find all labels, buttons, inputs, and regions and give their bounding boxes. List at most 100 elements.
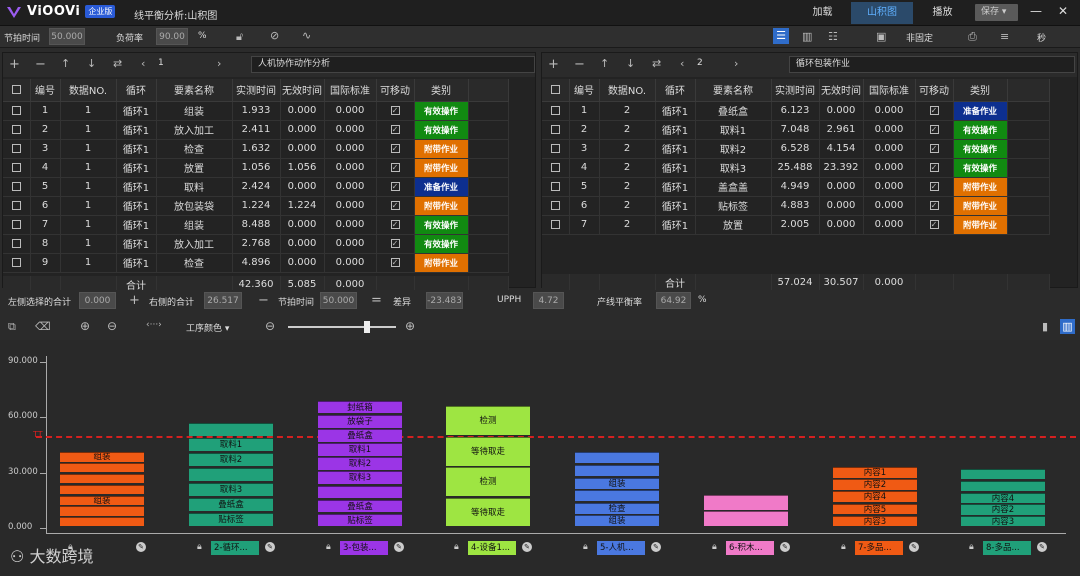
table-cell[interactable]: 0.000 xyxy=(280,253,325,273)
table-cell[interactable]: 0.000 xyxy=(324,196,377,216)
type-badge[interactable]: 附带作业 xyxy=(414,196,469,216)
table-cell[interactable]: 放入加工 xyxy=(156,234,233,254)
type-badge[interactable]: 附带作业 xyxy=(953,177,1008,197)
table-cell[interactable]: 0.000 xyxy=(863,215,916,235)
chart-bar-segment[interactable] xyxy=(575,490,659,502)
chart-bar-segment[interactable] xyxy=(60,506,144,516)
movable-checkbox[interactable]: ✓ xyxy=(929,181,939,191)
bar-chart-icon[interactable]: ▥ xyxy=(802,31,812,42)
x-category-label[interactable]: 5-人机... xyxy=(597,541,645,555)
table-cell[interactable]: 循环1 xyxy=(655,120,696,140)
edit-icon[interactable]: ✎ xyxy=(522,542,532,552)
table-cell[interactable]: 循环1 xyxy=(655,177,696,197)
chart-bar-segment[interactable] xyxy=(189,467,273,482)
type-badge[interactable]: 有效操作 xyxy=(953,158,1008,178)
chart-bar-segment[interactable]: 取料1 xyxy=(318,443,402,456)
takt-input[interactable]: 50.000 xyxy=(49,28,85,45)
color-mode-dropdown[interactable]: 工序颜色 ▾ xyxy=(186,321,229,334)
table-cell[interactable]: 组装 xyxy=(156,101,233,121)
row-checkbox[interactable] xyxy=(550,219,560,229)
table-cell[interactable]: 循环1 xyxy=(655,101,696,121)
table-cell[interactable]: 2 xyxy=(599,196,656,216)
type-badge[interactable]: 附带作业 xyxy=(414,253,469,273)
table-row[interactable]: 3 1 循环1 检查 1.632 0.000 0.000 ✓ 附带作业 xyxy=(3,139,509,159)
chart-bar-segment[interactable] xyxy=(575,452,659,464)
minimize-icon[interactable]: — xyxy=(1030,4,1042,18)
column-header[interactable]: 循环 xyxy=(655,79,696,102)
table-cell[interactable]: 0.000 xyxy=(819,196,864,216)
table-cell[interactable]: 0.000 xyxy=(863,101,916,121)
movable-checkbox[interactable]: ✓ xyxy=(390,105,400,115)
movable-checkbox[interactable]: ✓ xyxy=(929,200,939,210)
column-header[interactable]: 可移动 xyxy=(376,79,415,102)
table-cell[interactable]: 1.632 xyxy=(232,139,281,159)
copy-icon[interactable]: ⧉ xyxy=(8,321,16,332)
select-all-checkbox[interactable] xyxy=(550,84,560,94)
type-badge[interactable]: 附带作业 xyxy=(414,158,469,178)
table-cell[interactable]: 2 xyxy=(599,101,656,121)
table-cell[interactable]: 盖盒盖 xyxy=(695,177,772,197)
table-row[interactable]: 3 2 循环1 取料2 6.528 4.154 0.000 ✓ 有效操作 xyxy=(542,139,1050,159)
table-cell[interactable]: 循环1 xyxy=(116,234,157,254)
chart-bar-segment[interactable]: 组装 xyxy=(60,495,144,505)
table-row[interactable]: 4 1 循环1 放置 1.056 1.056 0.000 ✓ 附带作业 xyxy=(3,158,509,178)
type-badge[interactable]: 准备作业 xyxy=(953,101,1008,121)
table-row[interactable]: 6 1 循环1 放包装袋 1.224 1.224 0.000 ✓ 附带作业 xyxy=(3,196,509,216)
table-cell[interactable]: 循环1 xyxy=(116,120,157,140)
table-row[interactable]: 7 1 循环1 组装 8.488 0.000 0.000 ✓ 有效操作 xyxy=(3,215,509,235)
chart-bar-segment[interactable] xyxy=(575,464,659,477)
table-cell[interactable]: 0.000 xyxy=(863,120,916,140)
table-cell[interactable]: 循环1 xyxy=(116,101,157,121)
table-cell[interactable]: 5 xyxy=(569,177,600,197)
table-cell[interactable]: 0.000 xyxy=(324,120,377,140)
chart-bar-segment[interactable]: 封纸箱 xyxy=(318,400,402,414)
row-checkbox[interactable] xyxy=(11,124,21,134)
chevron-left-icon[interactable]: ‹ xyxy=(680,58,684,69)
chart-bar-segment[interactable]: 检测 xyxy=(446,406,530,436)
table-cell[interactable]: 6.123 xyxy=(771,101,820,121)
table-cell[interactable]: 0.000 xyxy=(280,139,325,159)
column-header[interactable]: 类别 xyxy=(414,79,469,102)
load-input[interactable]: 90.00 xyxy=(156,28,188,45)
table-row[interactable]: 6 2 循环1 贴标签 4.883 0.000 0.000 ✓ 附带作业 xyxy=(542,196,1050,216)
arrow-down-icon[interactable]: ↓ xyxy=(626,58,635,69)
table-cell[interactable]: 4 xyxy=(569,158,600,178)
chart-bar-segment[interactable]: 内容2 xyxy=(833,479,917,490)
movable-checkbox[interactable]: ✓ xyxy=(390,238,400,248)
column-header[interactable]: 国际标准 xyxy=(324,79,377,102)
table-cell[interactable]: 2.961 xyxy=(819,120,864,140)
table-cell[interactable]: 放包装袋 xyxy=(156,196,233,216)
movable-checkbox[interactable]: ✓ xyxy=(929,162,939,172)
tab-play[interactable]: 播放 xyxy=(920,2,965,24)
movable-checkbox[interactable]: ✓ xyxy=(390,124,400,134)
chart-bar-segment[interactable]: 内容2 xyxy=(961,504,1045,515)
zoom-slider-handle[interactable] xyxy=(364,321,370,333)
x-category-label[interactable]: 3-包装... xyxy=(340,541,388,555)
table-cell[interactable]: 4.883 xyxy=(771,196,820,216)
table-cell[interactable]: 1 xyxy=(569,101,600,121)
table-cell[interactable]: 循环1 xyxy=(655,196,696,216)
type-badge[interactable]: 附带作业 xyxy=(953,215,1008,235)
column-header[interactable]: 要素名称 xyxy=(156,79,233,102)
arrow-down-icon[interactable]: ↓ xyxy=(87,58,96,69)
table-cell[interactable]: 放置 xyxy=(695,215,772,235)
chart-bar-segment[interactable]: 放袋子 xyxy=(318,414,402,428)
table-cell[interactable]: 1 xyxy=(60,139,117,159)
movable-checkbox[interactable]: ✓ xyxy=(390,257,400,267)
wave-icon[interactable]: ∿ xyxy=(302,30,311,41)
lock-icon[interactable]: 🔒︎ xyxy=(454,542,459,552)
table-cell[interactable]: 1.056 xyxy=(232,158,281,178)
table-cell[interactable]: 组装 xyxy=(156,215,233,235)
chart-bar-segment[interactable]: 内容4 xyxy=(833,491,917,503)
chart-bar-segment[interactable]: 内容3 xyxy=(833,515,917,527)
column-header[interactable]: 无效时间 xyxy=(819,79,864,102)
x-category-label[interactable]: 6-积木... xyxy=(726,541,774,555)
lock-icon[interactable]: 🔒︎ xyxy=(326,542,331,552)
chart-bar-segment[interactable] xyxy=(704,511,788,527)
table-cell[interactable]: 9 xyxy=(30,253,61,273)
row-checkbox[interactable] xyxy=(550,105,560,115)
table-cell[interactable]: 0.000 xyxy=(863,177,916,197)
right-panel-name[interactable]: 循环包装作业 xyxy=(789,56,1075,73)
x-category-label[interactable]: 4-设备1... xyxy=(468,541,516,555)
chart-bar-segment[interactable] xyxy=(60,473,144,484)
